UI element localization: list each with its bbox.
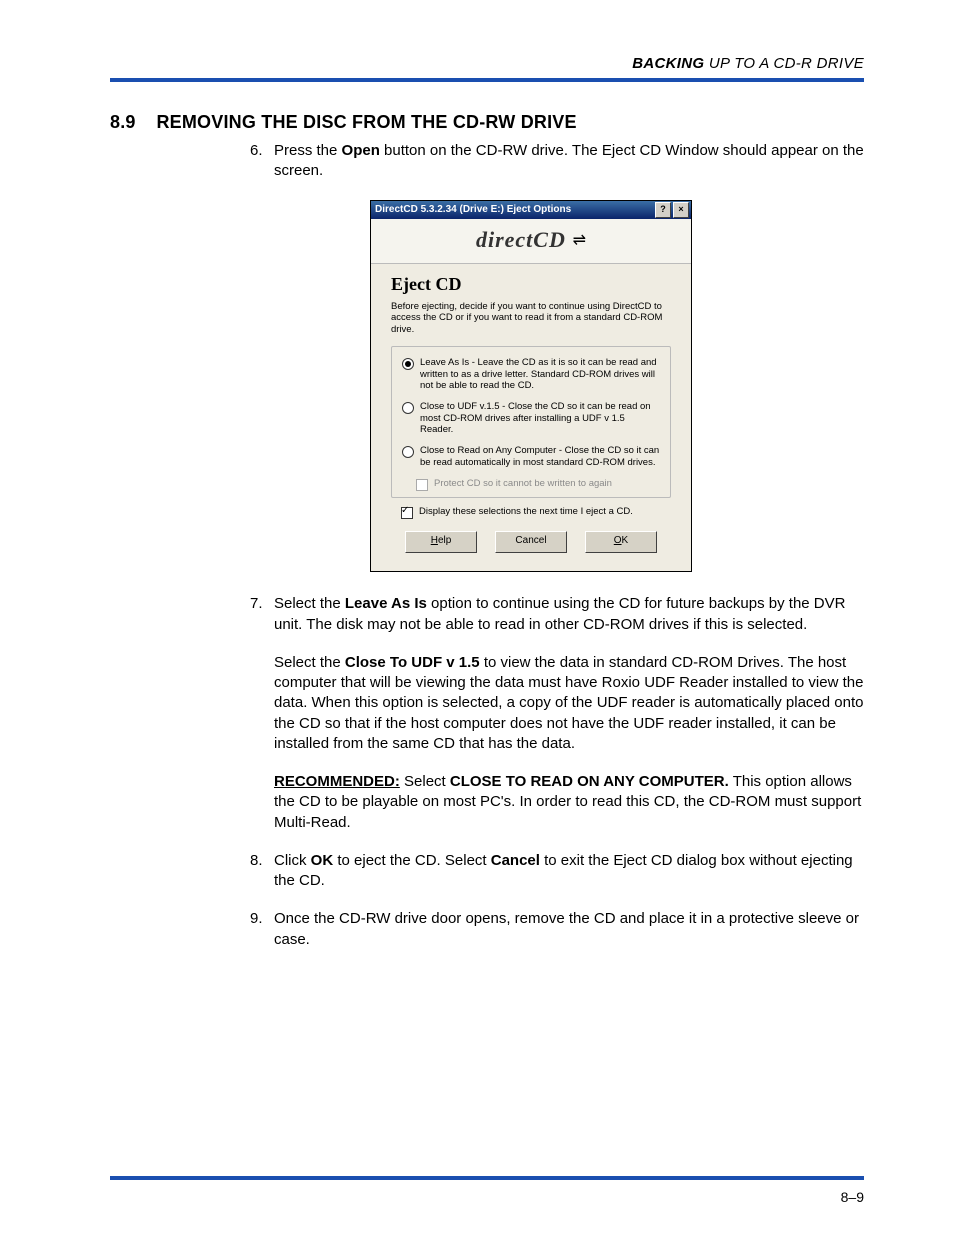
titlebar-help-button[interactable]: ? <box>655 202 671 218</box>
step-7: 7. Select the Leave As Is option to cont… <box>250 594 864 833</box>
display-again-row[interactable]: Display these selections the next time I… <box>401 506 671 519</box>
option-close-any[interactable]: Close to Read on Any Computer - Close th… <box>402 445 660 468</box>
checkbox-icon[interactable] <box>401 507 413 519</box>
section-title: REMOVING THE DISC FROM THE CD-RW DRIVE <box>156 112 576 132</box>
dialog-heading: Eject CD <box>391 274 671 295</box>
header-rule <box>110 78 864 82</box>
protect-label: Protect CD so it cannot be written to ag… <box>434 478 612 489</box>
step-text: Click OK to eject the CD. Select Cancel … <box>274 851 864 892</box>
running-header-rest: UP TO A CD-R DRIVE <box>704 55 864 72</box>
section-heading: 8.9 REMOVING THE DISC FROM THE CD-RW DRI… <box>110 112 864 133</box>
recommended-label: RECOMMENDED: <box>274 773 400 790</box>
option-label: Close to UDF v.1.5 - Close the CD so it … <box>420 401 660 435</box>
step-text: Once the CD-RW drive door opens, remove … <box>274 909 864 950</box>
step-number: 6. <box>250 141 274 182</box>
option-label: Close to Read on Any Computer - Close th… <box>420 445 660 468</box>
dialog-title: DirectCD 5.3.2.34 (Drive E:) Eject Optio… <box>375 204 571 215</box>
protect-checkbox-row: Protect CD so it cannot be written to ag… <box>402 478 660 491</box>
step-9: 9. Once the CD-RW drive door opens, remo… <box>250 909 864 950</box>
footer-rule <box>110 1176 864 1180</box>
dialog-banner: directCD ⇌ <box>371 219 691 264</box>
step-text: Press the Open button on the CD-RW drive… <box>274 141 864 182</box>
step-number: 7. <box>250 594 274 833</box>
eject-cd-dialog: DirectCD 5.3.2.34 (Drive E:) Eject Optio… <box>370 200 692 573</box>
options-group: Leave As Is - Leave the CD as it is so i… <box>391 346 671 498</box>
radio-icon[interactable] <box>402 358 414 370</box>
section-number: 8.9 <box>110 112 136 132</box>
option-leave-as-is[interactable]: Leave As Is - Leave the CD as it is so i… <box>402 357 660 391</box>
radio-icon[interactable] <box>402 402 414 414</box>
dialog-description: Before ejecting, decide if you want to c… <box>391 301 671 337</box>
step-8: 8. Click OK to eject the CD. Select Canc… <box>250 851 864 892</box>
page-number: 8–9 <box>841 1189 864 1205</box>
cancel-button[interactable]: Cancel <box>495 531 567 553</box>
step-number: 9. <box>250 909 274 950</box>
step-number: 8. <box>250 851 274 892</box>
brand-label: directCD <box>476 227 566 252</box>
ok-button[interactable]: OK <box>585 531 657 553</box>
step-6: 6. Press the Open button on the CD-RW dr… <box>250 141 864 182</box>
dialog-titlebar: DirectCD 5.3.2.34 (Drive E:) Eject Optio… <box>371 201 691 219</box>
titlebar-close-button[interactable]: × <box>673 202 689 218</box>
option-label: Leave As Is - Leave the CD as it is so i… <box>420 357 660 391</box>
running-header: BACKING UP TO A CD-R DRIVE <box>110 55 864 72</box>
checkbox-icon <box>416 479 428 491</box>
dialog-button-row: Help Cancel OK <box>391 527 671 563</box>
arrows-icon: ⇌ <box>573 232 586 249</box>
display-again-label: Display these selections the next time I… <box>419 506 633 517</box>
running-header-keyword: BACKING <box>632 55 704 72</box>
radio-icon[interactable] <box>402 446 414 458</box>
help-button[interactable]: Help <box>405 531 477 553</box>
option-close-udf[interactable]: Close to UDF v.1.5 - Close the CD so it … <box>402 401 660 435</box>
step-text: Select the Leave As Is option to continu… <box>274 594 864 833</box>
